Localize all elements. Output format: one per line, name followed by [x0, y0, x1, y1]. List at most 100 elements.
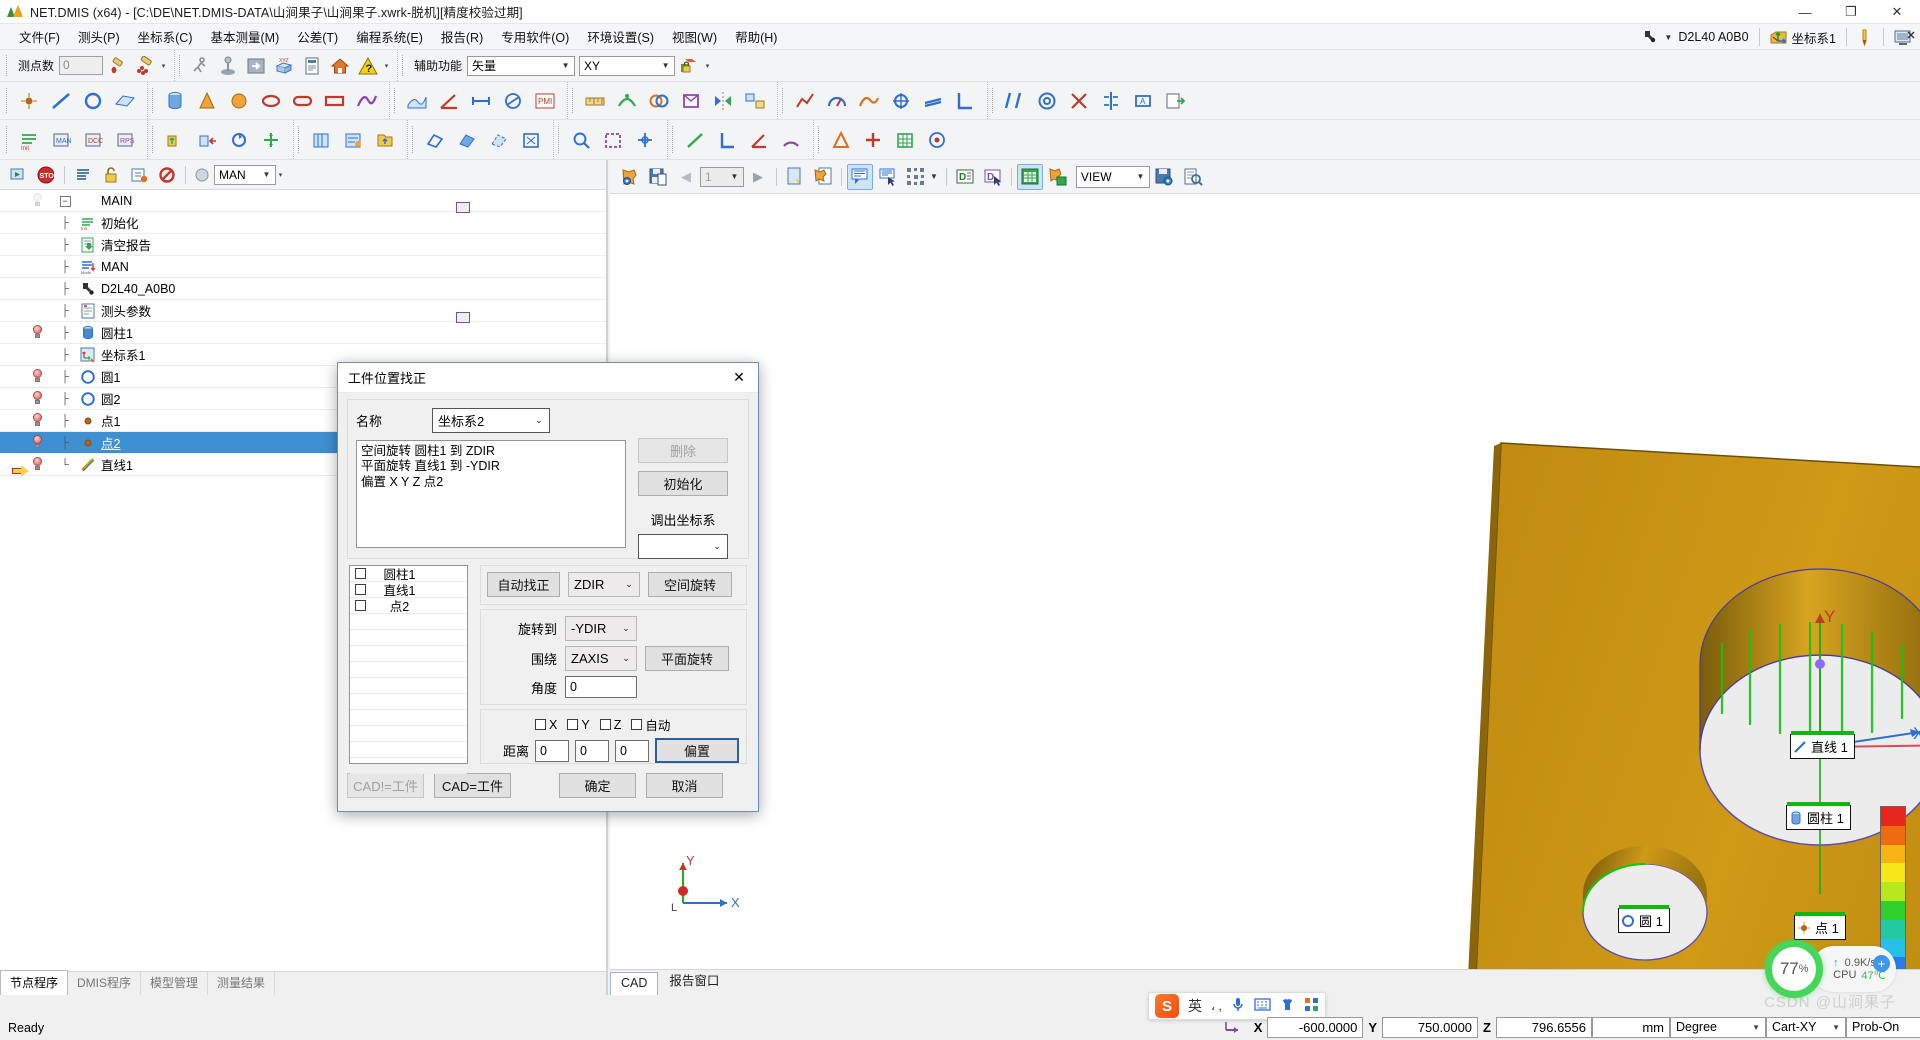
model-label-cylinder1[interactable]: 圆柱 1 [1786, 802, 1851, 830]
unlock-icon[interactable] [98, 162, 124, 188]
qr-points-icon[interactable] [903, 164, 929, 190]
cad-viewport[interactable]: Y X X 直线 1 圆柱 1 圆 1 点 1 [610, 194, 1920, 969]
toolbar-grip[interactable] [402, 54, 406, 77]
menu-item-3[interactable]: 基本测量(M) [202, 24, 289, 49]
perpendicular-icon[interactable] [950, 85, 980, 117]
maximize-button[interactable]: ❐ [1828, 0, 1874, 24]
mode-select[interactable]: MAN ▼ [214, 164, 276, 185]
init-node-icon[interactable]: Init [14, 124, 44, 156]
dimension-show-icon[interactable]: D [952, 164, 978, 190]
sphere-icon[interactable] [224, 85, 254, 117]
symmetry-icon[interactable] [1096, 85, 1126, 117]
profile-icon[interactable] [854, 85, 884, 117]
vector-select[interactable]: 矢量 ▼ [467, 55, 576, 76]
rect-slot-icon[interactable] [320, 85, 350, 117]
cad-fit-icon[interactable] [516, 124, 546, 156]
plane-rotate-button[interactable]: 平面旋转 [645, 646, 729, 671]
cad-tab-0[interactable]: CAD [610, 972, 659, 996]
tree-item-0[interactable]: − MAIN [0, 190, 606, 212]
menu-item-1[interactable]: 测头(P) [69, 24, 129, 49]
save-view-icon[interactable] [1151, 164, 1177, 190]
visibility-bulb[interactable] [24, 368, 50, 385]
toolbar-overflow-icon[interactable]: ▾ [382, 50, 391, 81]
microphone-icon[interactable] [1231, 997, 1245, 1016]
gauge-icon[interactable] [822, 85, 852, 117]
plane-icon[interactable] [110, 85, 140, 117]
slot-icon[interactable] [288, 85, 318, 117]
flatness-icon[interactable] [918, 85, 948, 117]
point-icon[interactable] [14, 85, 44, 117]
axis-checkbox-2[interactable] [599, 719, 611, 730]
curve-icon[interactable] [352, 85, 382, 117]
mirror-icon[interactable] [708, 85, 738, 117]
toolbar-grip[interactable] [6, 87, 10, 114]
csys-name-select[interactable]: 坐标系2 ⌄ [432, 408, 550, 433]
measure-icon[interactable] [580, 85, 610, 117]
best-fit-icon[interactable] [790, 85, 820, 117]
tree-item-1[interactable]: ├ Init 初始化 [0, 212, 606, 234]
surface-icon[interactable] [402, 85, 432, 117]
tree-item-6[interactable]: ├ 圆柱1 [0, 322, 606, 344]
dimension-pick-icon[interactable]: D [980, 164, 1006, 190]
view-select[interactable]: VIEW ▼ [1075, 165, 1150, 188]
toolbar-grip[interactable] [6, 54, 10, 77]
rps-icon[interactable]: RPS [110, 124, 140, 156]
axis-check-1[interactable]: Y [567, 718, 590, 732]
angle-icon[interactable] [434, 85, 464, 117]
recall-csys-select[interactable]: ⌄ [638, 534, 728, 559]
goto-icon[interactable] [243, 53, 269, 79]
minimize-button[interactable]: — [1782, 0, 1828, 24]
y-value[interactable]: 750.0000 [1382, 1016, 1479, 1038]
table-view-icon[interactable] [1016, 163, 1043, 190]
position-tol-icon[interactable] [886, 85, 916, 117]
axis-checkbox-0[interactable] [535, 719, 546, 730]
cad-settings-icon[interactable] [617, 164, 643, 190]
probe-state-select[interactable]: Prob-On [1846, 1016, 1920, 1038]
circle-icon[interactable] [78, 85, 108, 117]
tree-item-2[interactable]: ├ 清空报告 [0, 234, 606, 256]
spatial-rotate-button[interactable]: 空间旋转 [648, 572, 732, 597]
model-label-point1[interactable]: 点 1 [1794, 912, 1846, 940]
csys-translate-icon[interactable] [256, 124, 286, 156]
plane-select[interactable]: XY ▼ [579, 55, 676, 76]
group-icon[interactable] [740, 85, 770, 117]
dialog-close-button[interactable]: ✕ [726, 366, 752, 390]
table-settings-icon[interactable] [1045, 164, 1071, 190]
workpiece-alignment-dialog[interactable]: 工件位置找正 ✕ 名称 坐标系2 ⌄ 空间旋转 圆柱1 到 ZDIR 平面旋转 直线… [337, 362, 759, 812]
tri-tool-icon[interactable] [826, 124, 856, 156]
csys-icon[interactable] [1770, 29, 1787, 45]
toolbar-grip[interactable] [6, 125, 10, 154]
toolbar-grip[interactable] [782, 87, 786, 114]
parallel-icon[interactable] [1000, 85, 1030, 117]
erase-point-icon[interactable] [104, 53, 130, 79]
erase-all-points-icon[interactable] [132, 53, 158, 79]
select-label-icon[interactable] [875, 164, 901, 190]
grid-tool-icon[interactable] [890, 124, 920, 156]
visibility-bulb[interactable] [24, 434, 50, 451]
model-label-line1[interactable]: 直线 1 [1790, 731, 1855, 759]
keyboard-icon[interactable] [1254, 998, 1271, 1014]
spatial-direction-select[interactable]: ZDIR ⌄ [568, 572, 640, 597]
axis-checkbox-3[interactable] [631, 719, 643, 730]
menu-item-2[interactable]: 坐标系(C) [129, 24, 202, 49]
next-page-icon[interactable]: ▶ [745, 164, 771, 190]
list-icon[interactable] [70, 162, 96, 188]
csys-rotate-icon[interactable] [224, 124, 254, 156]
menu-item-6[interactable]: 报告(R) [432, 24, 492, 49]
toolbar-overflow-icon[interactable]: ▾ [159, 50, 168, 81]
distance-y-input[interactable]: 0 [575, 739, 609, 762]
csys-recall-icon[interactable] [192, 124, 222, 156]
ok-button[interactable]: 确定 [559, 773, 636, 798]
expand-button[interactable]: + [1873, 955, 1890, 972]
feature-checkbox-0[interactable] [355, 568, 366, 579]
punctuation-icon[interactable]: ، ‚ [1211, 998, 1222, 1014]
run-icon[interactable] [5, 162, 31, 188]
points-count-input[interactable]: 0 [59, 56, 104, 75]
warning-icon[interactable]: ? [355, 53, 381, 79]
delete-node-icon[interactable] [154, 162, 180, 188]
xyz-box-icon[interactable]: XYZ [271, 53, 297, 79]
align-edit-icon[interactable] [338, 124, 368, 156]
offset-button[interactable]: 偏置 [655, 738, 739, 763]
cad-pan-icon[interactable] [630, 124, 660, 156]
ime-language-label[interactable]: 英 [1188, 996, 1202, 1016]
